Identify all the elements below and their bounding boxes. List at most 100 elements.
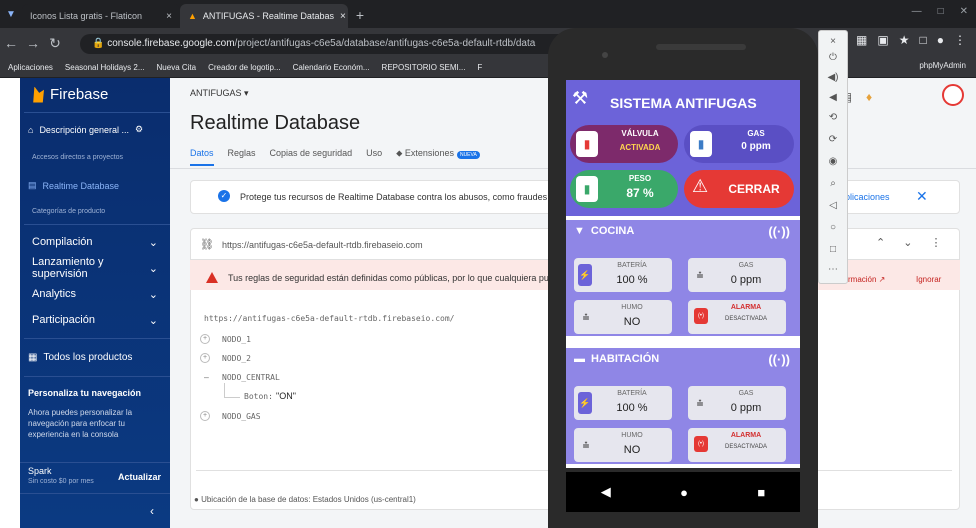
expand-node-icon[interactable]: + [200,334,210,344]
tab-reglas[interactable]: Reglas [228,148,256,166]
volume-up-icon[interactable]: ◀) [824,72,842,83]
firebase-logo[interactable]: Firebase [32,86,108,103]
learn-more-link[interactable]: rmación ↗ [848,275,885,284]
all-products-link[interactable]: ▦ Todos los productos [28,352,132,363]
bookmark-phpmyadmin[interactable]: phpMyAdmin [919,61,966,70]
group-label: Compilación [32,236,93,248]
power-icon[interactable]: ⏻ [824,52,842,63]
zoom-icon[interactable]: ⌕ [824,178,842,189]
extension-icon[interactable]: ▣ [877,33,888,47]
gas-label: GAS [747,129,765,138]
minimize-icon[interactable]: — [912,6,922,17]
maximize-icon[interactable]: □ [938,6,944,17]
forward-icon[interactable]: → [22,35,44,51]
ignore-button[interactable]: Ignorar [916,275,941,284]
upgrade-button[interactable]: Actualizar [118,472,161,482]
battery-label: BATERÍA [617,262,647,269]
more-icon[interactable]: ⋮ [930,236,941,249]
more-icon[interactable]: ⋯ [824,264,842,275]
gas-value: 0 ppm [730,402,762,414]
divider [24,224,170,225]
sidebar-group-analytics[interactable]: Analytics ⌄ [28,284,162,304]
tab-label: Iconos Lista gratis - Flaticon [30,11,143,21]
bookmark-item[interactable]: Calendario Económ... [293,63,370,72]
camera-icon[interactable]: ◉ [824,156,842,167]
collapse-node-icon[interactable]: — [204,373,209,382]
brand-name: Firebase [50,86,109,103]
sidebar-overview[interactable]: ⌂ Descripción general ... ⚙ [28,124,143,135]
back-icon[interactable]: ← [0,35,22,51]
notice-link[interactable]: plicaciones [845,192,890,202]
alarm-cell[interactable]: (•) ALARMA DESACTIVADA [688,300,786,334]
emulator-close-icon[interactable]: × [824,36,842,47]
collapse-sidebar-icon[interactable]: ‹ [150,504,154,518]
bookmark-item[interactable]: Creador de logotip... [208,63,281,72]
nav-back-icon[interactable]: ◀ [601,484,611,500]
window-controls[interactable]: — □ ✕ [912,6,968,17]
notifications-icon[interactable]: ♦ [866,90,872,104]
overview-icon[interactable]: □ [824,244,842,255]
close-valve-button[interactable]: ⚠ CERRAR [684,170,794,208]
tab-flaticon[interactable]: Iconos Lista gratis - Flaticon × [22,4,180,28]
extension-icon[interactable]: □ [920,33,927,47]
collapse-icon[interactable]: ⌄ [903,236,912,249]
menu-icon[interactable]: ⋮ [954,33,966,47]
url-input[interactable]: 🔒 console.firebase.google.com/project/an… [80,34,620,54]
bookmark-apps[interactable]: Aplicaciones [8,63,53,72]
bookmark-item[interactable]: F [477,63,482,72]
weight-card: ▮ PESO 87 % [570,170,678,208]
tab-extensiones[interactable]: ⬥ Extensiones NUEVA [396,148,480,166]
room-name: HABITACIÓN [591,353,660,365]
rotate-right-icon[interactable]: ⟳ [824,134,842,145]
avatar[interactable] [942,84,964,106]
child-value[interactable]: "ON" [276,391,296,401]
node-2[interactable]: NODO_2 [222,354,251,363]
database-icon: ▤ [28,180,37,190]
node-central[interactable]: NODO_CENTRAL [222,373,280,382]
project-selector[interactable]: ANTIFUGAS ▾ [190,88,249,99]
sidebar-group-participacion[interactable]: Participación ⌄ [28,310,162,330]
alarm-cell[interactable]: (•) ALARMA DESACTIVADA [688,428,786,462]
bookmark-item[interactable]: Seasonal Holidays 2... [65,63,145,72]
node-gas[interactable]: NODO_GAS [222,412,261,421]
phone-camera-icon [602,52,608,58]
gear-icon[interactable]: ⚙ [135,124,143,135]
room-card-cocina: ▼ COCINA ((·)) ⚡ BATERÍA 100 % ⩮ GAS 0 ppm… [566,220,800,336]
tab-close-icon[interactable]: × [340,11,346,22]
sidebar-group-compilacion[interactable]: Compilación ⌄ [28,232,162,252]
close-window-icon[interactable]: ✕ [960,6,968,17]
expand-icon[interactable]: ⌃ [876,236,885,249]
firebase-flame-icon [33,86,44,103]
nav-home-icon[interactable]: ● [680,485,688,500]
volume-down-icon[interactable]: ◀ [824,92,842,103]
nav-recents-icon[interactable]: ■ [757,485,765,500]
tab-copias[interactable]: Copias de seguridad [270,148,353,166]
expand-node-icon[interactable]: + [200,411,210,421]
home-icon[interactable]: ○ [824,222,842,233]
tab-firebase[interactable]: ▲ ANTIFUGAS - Realtime Databas × [180,4,348,28]
tab-datos[interactable]: Datos [190,148,214,166]
shortcuts-label: Accesos directos a proyectos [32,154,124,161]
sidebar-group-lanzamiento[interactable]: Lanzamiento y supervisión ⌄ [28,256,162,280]
rotate-left-icon[interactable]: ⟲ [824,112,842,123]
valve-status-card[interactable]: ▮ VÁLVULA ACTIVADA [570,125,678,163]
profile-icon[interactable]: ● [937,33,944,47]
bookmark-star-icon[interactable]: ★ [899,33,910,47]
node-1[interactable]: NODO_1 [222,335,251,344]
database-url[interactable]: https://antifugas-c6e5a-default-rtdb.fir… [222,240,423,250]
tab-close-icon[interactable]: × [166,11,172,22]
flaticon-favicon-icon: ▼ [6,9,16,20]
reload-icon[interactable]: ↻ [44,35,66,52]
gas-tank-icon: ▮ [690,131,712,157]
tab-uso[interactable]: Uso [366,148,382,166]
bookmark-item[interactable]: REPOSITORIO SEMI... [382,63,466,72]
tree-root[interactable]: https://antifugas-c6e5a-default-rtdb.fir… [204,314,454,323]
expand-node-icon[interactable]: + [200,353,210,363]
extension-icon[interactable]: ▦ [856,33,867,47]
weight-label: PESO [628,174,652,183]
back-icon[interactable]: ◁ [824,200,842,211]
bookmark-item[interactable]: Nueva Cita [157,63,197,72]
new-tab-button[interactable]: + [352,8,368,24]
sidebar-item-realtime-database[interactable]: ▤ Realtime Database [28,180,119,191]
close-icon[interactable]: ✕ [916,188,928,205]
